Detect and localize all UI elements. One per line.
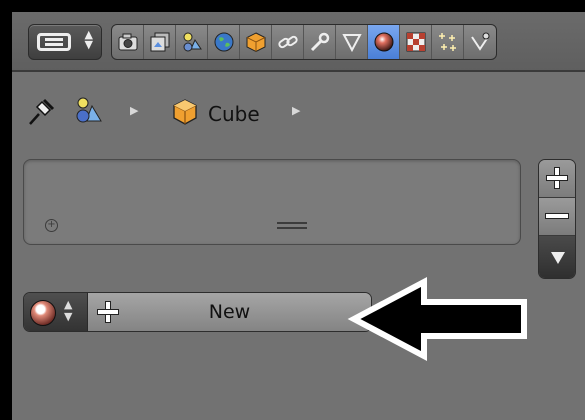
tab-world[interactable] [208, 25, 240, 59]
slot-buttons [538, 159, 576, 279]
cube-object-icon [173, 99, 197, 125]
tab-render[interactable] [112, 25, 144, 59]
dropdown-triangle-icon [551, 252, 565, 264]
material-sphere-icon [30, 300, 56, 326]
render-icon [118, 33, 137, 51]
browse-material-button[interactable]: ▲ ▼ [24, 293, 88, 331]
up-down-arrows-icon: ▲ ▼ [64, 298, 73, 323]
tab-modifiers[interactable] [304, 25, 336, 59]
up-down-arrows-icon: ▲ ▼ [84, 28, 93, 51]
tab-constraints[interactable] [272, 25, 304, 59]
editor-type-menu[interactable]: ▲ ▼ [28, 24, 102, 60]
list-resize-grip[interactable] [277, 222, 307, 230]
physics-icon [471, 32, 490, 51]
breadcrumb-object-name: Cube [208, 102, 260, 126]
properties-header: ▲ ▼ [12, 12, 585, 72]
annotation-arrow [347, 277, 527, 361]
editor-type-icon [37, 33, 71, 51]
particles-icon [438, 33, 456, 51]
tab-scene[interactable] [176, 25, 208, 59]
add-filter-icon[interactable]: + [45, 219, 58, 232]
tab-physics[interactable] [464, 25, 496, 59]
plus-icon [546, 167, 568, 189]
pin-icon[interactable] [26, 98, 56, 126]
modifiers-icon [310, 32, 329, 52]
render-layers-icon [150, 32, 169, 52]
tab-texture[interactable] [400, 25, 432, 59]
properties-editor: ▲ ▼ ▶ Cube ▶ + ▲ ▼ New [12, 12, 585, 420]
tab-data[interactable] [336, 25, 368, 59]
data-icon [341, 34, 362, 53]
tab-particles[interactable] [432, 25, 464, 59]
tab-material[interactable] [368, 25, 400, 59]
minus-icon [545, 213, 569, 219]
material-icon [374, 32, 393, 52]
breadcrumb-separator-icon: ▶ [130, 104, 139, 117]
constraints-icon [277, 35, 298, 49]
object-icon [246, 32, 265, 53]
scene-icon [76, 97, 102, 123]
remove-material-slot-button[interactable] [539, 198, 575, 236]
breadcrumb-separator-icon: ▶ [292, 104, 301, 117]
world-icon [214, 32, 233, 52]
new-material-label: New [208, 301, 251, 323]
texture-icon [406, 32, 425, 52]
add-material-slot-button[interactable] [539, 160, 575, 198]
tab-render-layers[interactable] [144, 25, 176, 59]
tab-object[interactable] [240, 25, 272, 59]
context-tabs [111, 24, 497, 60]
scene-icon [183, 32, 202, 52]
material-slot-list[interactable]: + [23, 159, 521, 245]
slot-specials-menu-button[interactable] [539, 236, 575, 278]
new-material-button[interactable]: New [88, 293, 371, 331]
material-datablock-selector: ▲ ▼ New [23, 292, 372, 332]
